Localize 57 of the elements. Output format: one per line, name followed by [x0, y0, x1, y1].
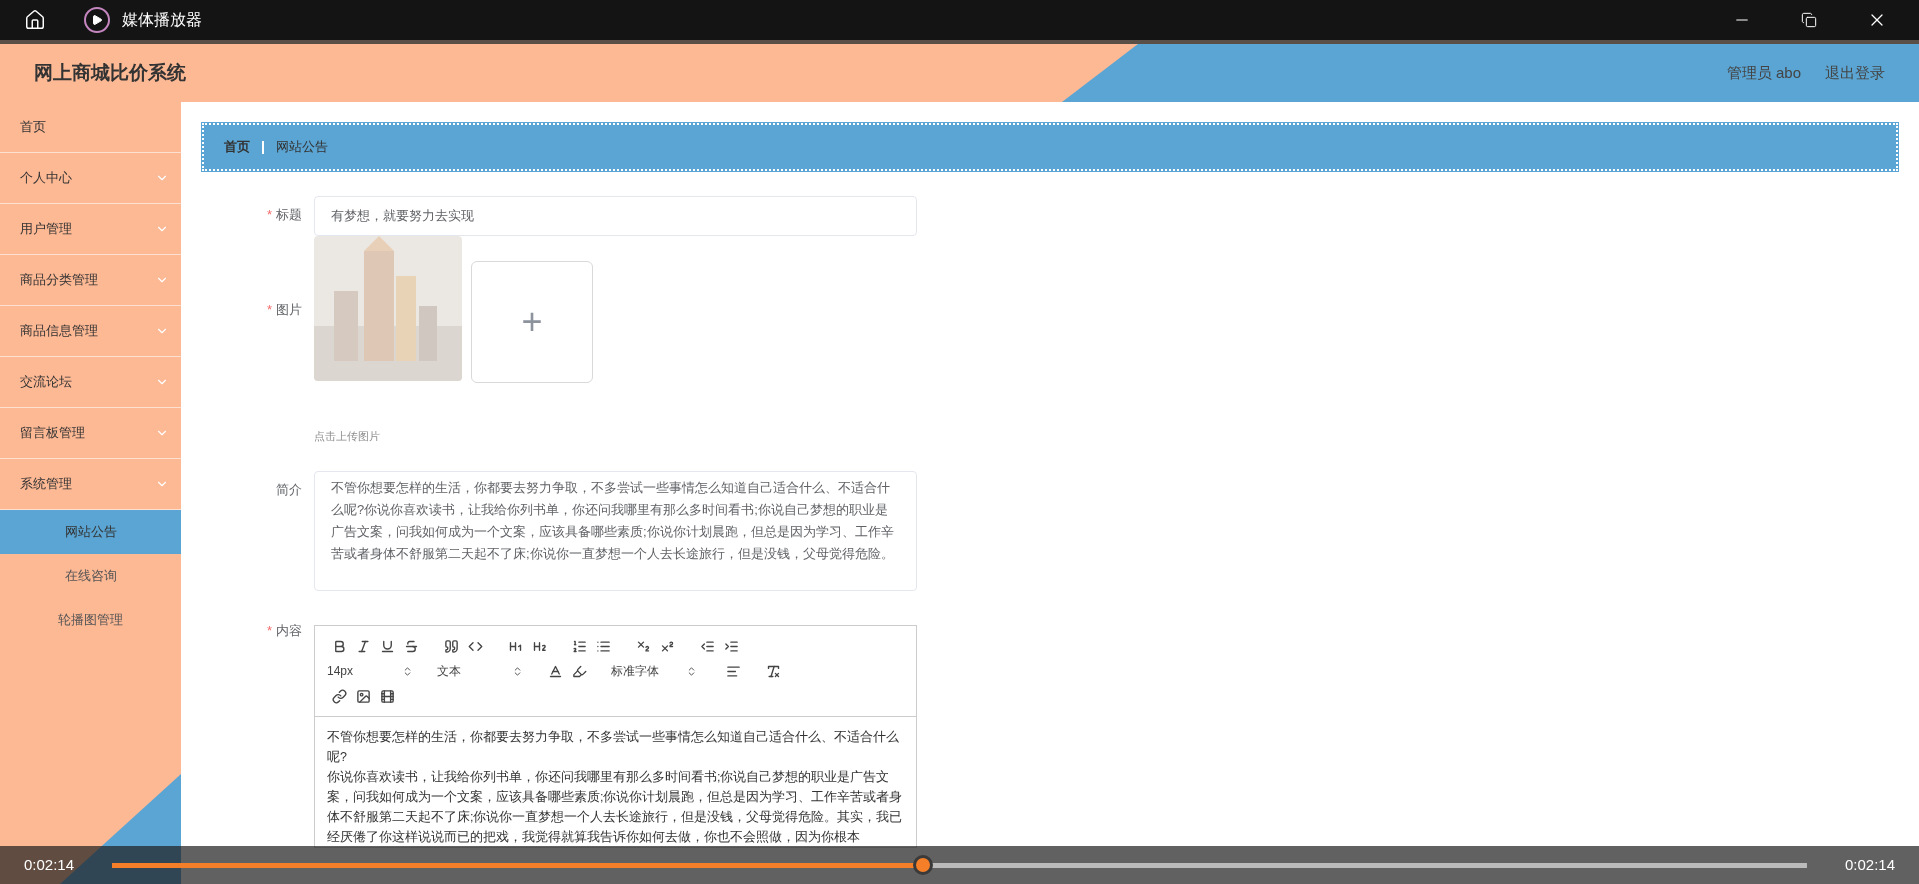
summary-textarea[interactable]: 不管你想要怎样的生活，你都要去努力争取，不多尝试一些事情怎么知道自己适合什么、不适合什么呢?你说你喜欢读书，让我给你列书单，你还问我哪里有那么多时间看书;你说自己梦想的职业是广告文案，问我如何成为一个文案，应该具备哪些素质;你说你计划晨跑，但总是因为学习、工作辛苦或者身体不舒服第二天起不了床;你说你一直梦想一个人去长途旅行，但是没钱，父母觉得危险。 [314, 471, 917, 591]
image-icon [355, 688, 371, 704]
superscript-icon [659, 638, 675, 654]
field-label: 标题 [276, 206, 302, 224]
underline-icon [379, 638, 395, 654]
clear-format-icon [765, 663, 781, 679]
highlight-icon [571, 663, 587, 679]
sidebar-item[interactable]: 交流论坛 [0, 357, 181, 408]
user-name: 管理员 abo [1726, 62, 1801, 83]
submenu-item[interactable]: 网站公告 [0, 510, 181, 554]
site-title: 网上商城比价系统 [34, 60, 186, 85]
required-mark: * [266, 300, 272, 319]
bullet-list-icon [595, 638, 611, 654]
seek-thumb[interactable] [912, 855, 933, 875]
subscript-icon [635, 638, 651, 654]
required-mark: * [266, 206, 272, 224]
updown-chevron-icon [686, 665, 697, 677]
logout-link[interactable]: 退出登录 [1825, 61, 1885, 85]
play-logo-icon [84, 7, 110, 33]
indent-icon [723, 638, 739, 654]
field-label: 内容 [276, 622, 302, 640]
ordered-list-icon [571, 638, 587, 654]
sidebar-item[interactable]: 留言板管理 [0, 408, 181, 459]
sidebar-item[interactable]: 个人中心 [0, 153, 181, 204]
updown-chevron-icon [512, 665, 523, 677]
align-left-icon [725, 663, 741, 679]
strikethrough-icon [403, 638, 419, 654]
total-time: 0:02:14 [1844, 854, 1895, 875]
text-color-icon [547, 663, 563, 679]
format-select[interactable]: 文本 [437, 662, 527, 680]
submenu-item[interactable]: 轮播图管理 [0, 598, 181, 642]
upload-hint: 点击上传图片 [314, 430, 380, 442]
quote-icon [443, 638, 459, 654]
italic-icon [355, 638, 371, 654]
sidebar-item[interactable]: 用户管理 [0, 204, 181, 255]
sidebar-item[interactable]: 商品分类管理 [0, 255, 181, 306]
breadcrumb-link[interactable]: 网站公告 [276, 137, 328, 157]
required-mark: * [266, 622, 272, 640]
field-label: 图片 [276, 300, 302, 319]
window-title: 媒体播放器 [122, 10, 202, 30]
link-icon [331, 688, 347, 704]
editor-paragraph: 你说你喜欢读书，让我给你列书单，你还问我哪里有那么多时间看书;你说自己梦想的职业是广告文案，问我如何成为一个文案，应该具备哪些素质;你说你计划晨跑，但总是因为学习、工作辛苦或者身体不舒服第二天起不了床;你说你一直梦想一个人去长途旅行，但是没钱，父母觉得危险。其实，我已经厌倦了你这样说说而已的把戏，我觉得就算我告诉你如何去做，你也不会照做，因为你根本 [327, 769, 904, 846]
breadcrumb-link[interactable]: 首页 [224, 137, 250, 157]
editor-paragraph: 不管你想要怎样的生活，你都要去努力争取，不多尝试一些事情怎么知道自己适合什么、不适合什么呢? [327, 729, 900, 766]
home-icon[interactable] [24, 9, 46, 31]
video-icon [379, 688, 395, 704]
field-label: 简介 [276, 481, 302, 499]
sidebar-item[interactable]: 首页 [0, 102, 181, 153]
elapsed-time: 0:02:14 [24, 854, 75, 875]
title-input[interactable]: 有梦想，就要努力去实现 [314, 196, 917, 236]
sidebar-item[interactable]: 商品信息管理 [0, 306, 181, 357]
outdent-icon [699, 638, 715, 654]
submenu-item[interactable]: 在线咨询 [0, 554, 181, 598]
restore-icon[interactable] [1801, 12, 1817, 28]
updown-chevron-icon [402, 665, 413, 677]
format-select[interactable]: 标准字体 [611, 662, 701, 680]
format-select[interactable]: 14px [327, 662, 417, 680]
